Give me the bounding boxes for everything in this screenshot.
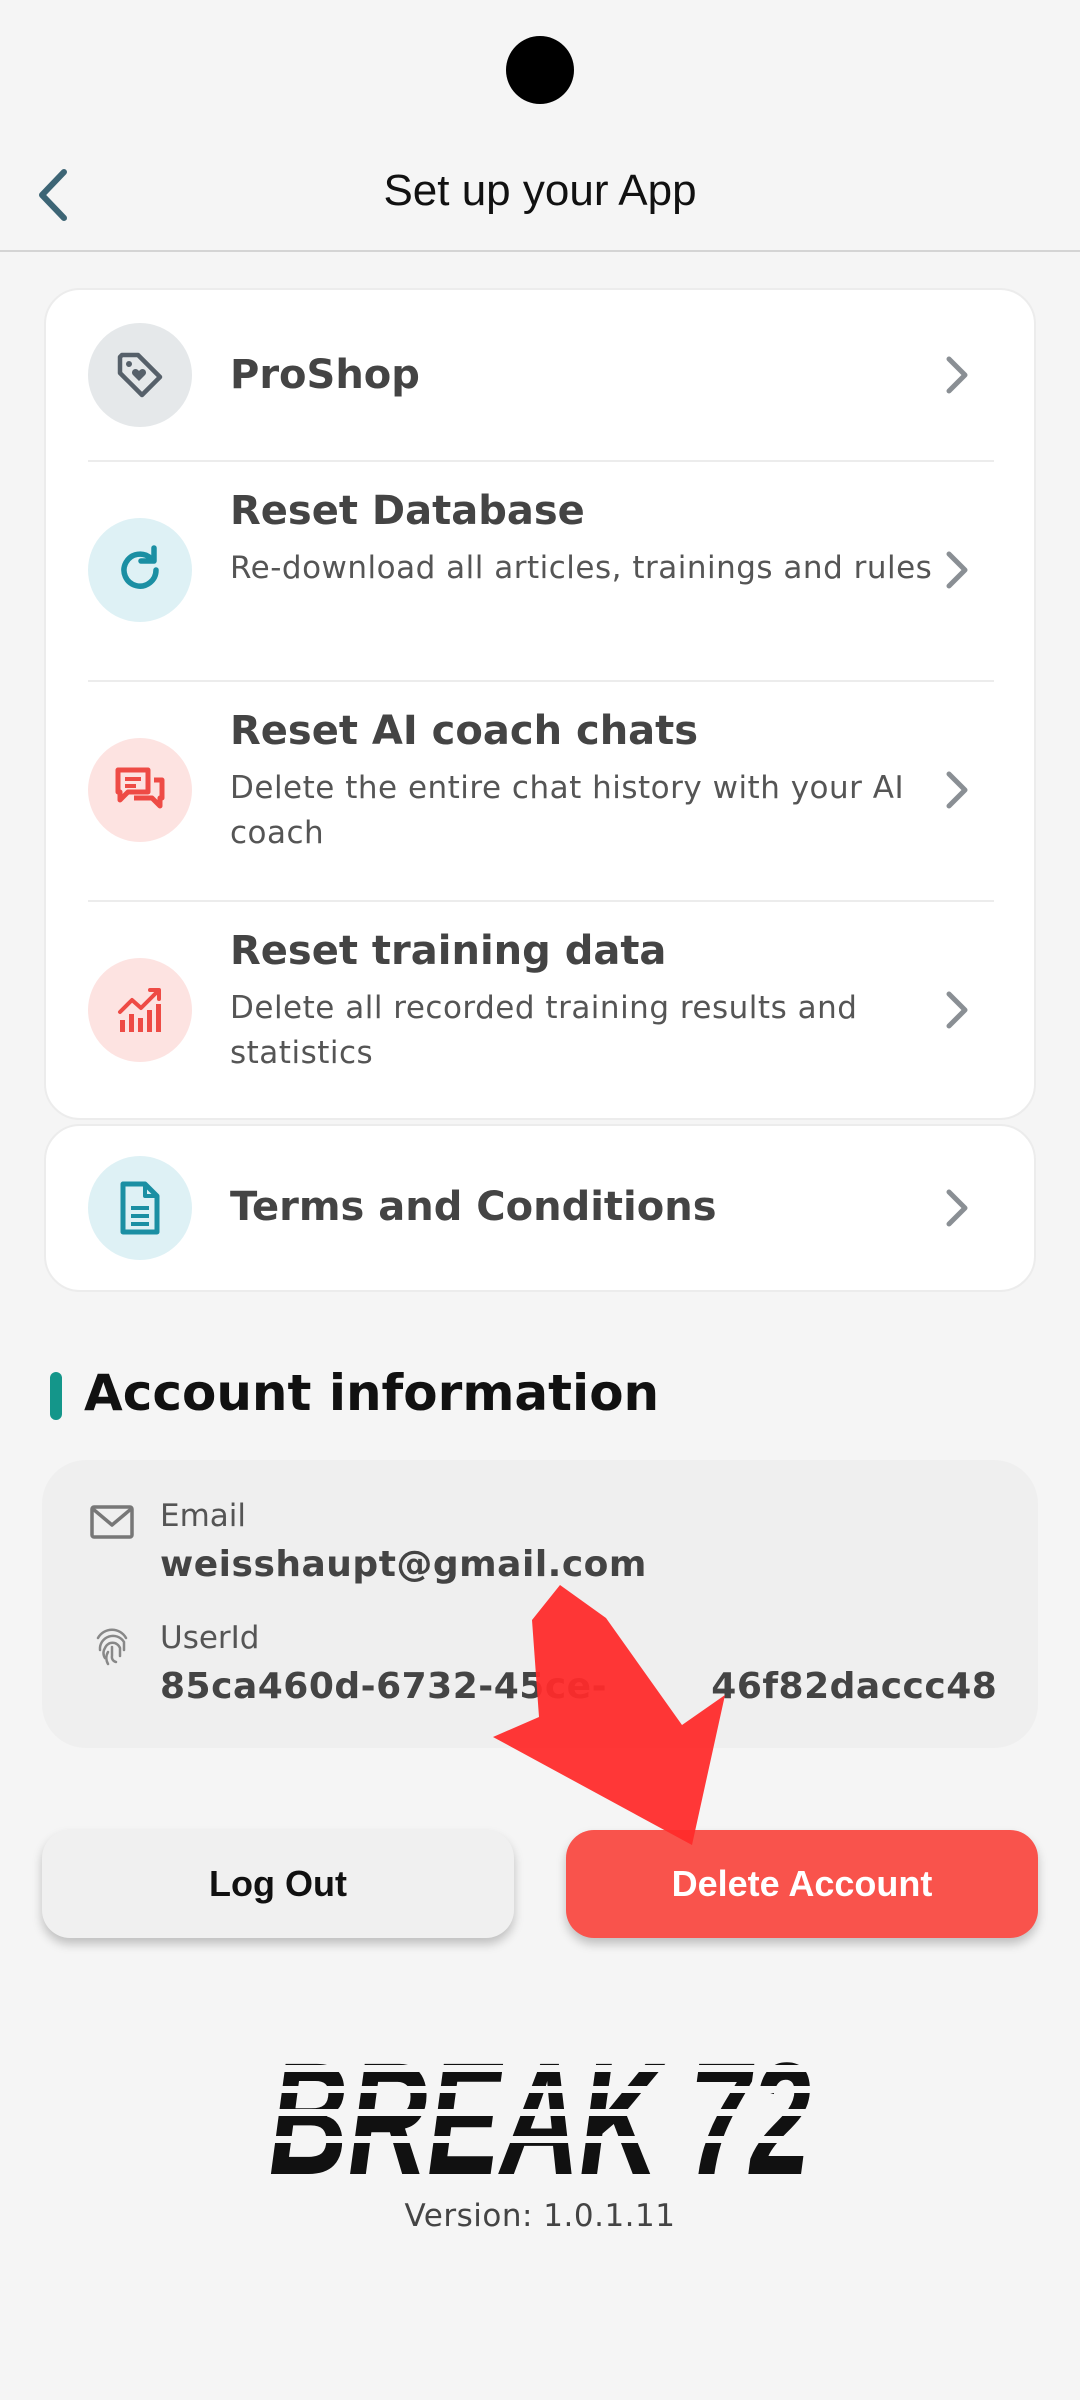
account-info-card: Email weisshaupt@gmail.com UserId 85ca46… [42,1460,1038,1748]
break72-logo: BREAK 72 [269,2052,811,2178]
section-accent-bar [50,1372,62,1420]
app-header: Set up your App [0,0,1080,252]
userid-value: 85ca460d-6732-45ce- 46f82daccc48 [160,1666,998,1707]
refresh-icon [88,518,192,622]
chat-icon [88,738,192,842]
mail-icon [90,1505,134,1539]
userid-label: UserId [160,1620,260,1656]
camera-cutout [506,36,574,104]
menu-item-reset-database[interactable]: Reset Database Re-download all articles,… [46,462,1034,680]
email-value: weisshaupt@gmail.com [160,1544,647,1585]
menu-item-reset-ai-chats[interactable]: Reset AI coach chats Delete the entire c… [46,682,1034,900]
svg-text:BREAK 72: BREAK 72 [269,2052,811,2178]
chart-icon [88,958,192,1062]
chevron-right-icon [946,1189,968,1227]
delete-account-button[interactable]: Delete Account [566,1830,1038,1938]
fingerprint-icon [96,1628,128,1666]
tag-heart-icon [88,323,192,427]
chevron-right-icon [946,991,968,1029]
version-label: Version: 1.0.1.11 [404,2198,676,2234]
document-icon [88,1156,192,1260]
page-title: Set up your App [383,166,697,215]
menu-item-subtitle: Delete the entire chat history with your… [230,770,905,851]
menu-item-title: ProShop [230,352,420,398]
menu-item-subtitle: Delete all recorded training results and… [230,990,858,1071]
settings-card: ProShop Reset Database Re-download all a… [44,288,1036,1120]
chevron-right-icon [946,356,968,394]
menu-item-title: Reset training data [230,928,667,974]
menu-item-terms[interactable]: Terms and Conditions [44,1124,1036,1292]
chevron-right-icon [946,771,968,809]
menu-item-title: Reset AI coach chats [230,708,699,754]
email-label: Email [160,1498,247,1534]
logout-button[interactable]: Log Out [42,1830,514,1938]
menu-item-subtitle: Re-download all articles, trainings and … [230,550,933,586]
section-title: Account information [84,1364,660,1422]
menu-item-proshop[interactable]: ProShop [46,290,1034,460]
menu-item-title: Reset Database [230,488,585,534]
chevron-right-icon [946,551,968,589]
menu-item-title: Terms and Conditions [230,1184,717,1230]
menu-item-reset-training-data[interactable]: Reset training data Delete all recorded … [46,902,1034,1120]
